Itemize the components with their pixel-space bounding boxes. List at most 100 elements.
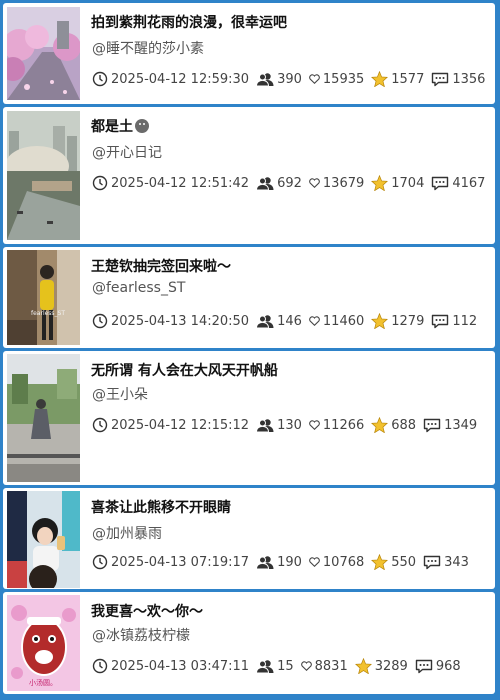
comment-icon[interactable] <box>431 314 449 329</box>
favorite-count: 688 <box>391 417 417 433</box>
users-icon <box>256 176 274 191</box>
post-time: 2025-04-13 14:20:50 <box>111 313 250 329</box>
post-meta: 2025-04-12 12:15:12 130 11266 688 1349 <box>92 417 484 433</box>
flower-street-icon <box>7 7 80 100</box>
comment-icon[interactable] <box>431 176 449 191</box>
post-title[interactable]: 无所谓 有人会在大风天开帆船 <box>91 360 278 380</box>
star-icon[interactable] <box>371 417 389 433</box>
favorite-count: 3289 <box>374 658 408 674</box>
post-author[interactable]: @fearless_ST <box>92 280 185 296</box>
like-count: 13679 <box>322 175 365 191</box>
like-count: 8831 <box>314 658 348 674</box>
post-time: 2025-04-12 12:59:30 <box>111 71 250 87</box>
thumb-watermark: fearless_ST <box>31 310 65 317</box>
comment-icon[interactable] <box>423 418 441 433</box>
participant-count: 146 <box>277 313 302 329</box>
favorite-count: 1704 <box>391 175 425 191</box>
comment-icon[interactable] <box>415 659 433 674</box>
star-icon[interactable] <box>371 313 389 329</box>
participant-count: 15 <box>277 658 294 674</box>
windy-park-icon <box>7 354 80 482</box>
comment-count: 4167 <box>452 175 486 191</box>
post-title[interactable]: 我更喜～欢～你～ <box>91 601 203 621</box>
like-count: 10768 <box>322 554 365 570</box>
post-time: 2025-04-12 12:51:42 <box>111 175 250 191</box>
post-time: 2025-04-13 07:19:17 <box>111 554 250 570</box>
favorite-count: 1279 <box>391 313 425 329</box>
post-title[interactable]: 都是土 <box>91 116 149 136</box>
comment-count: 968 <box>435 658 461 674</box>
post-title[interactable]: 拍到紫荆花雨的浪漫，很幸运吧 <box>91 12 287 32</box>
post-time: 2025-04-12 12:15:12 <box>111 417 250 433</box>
dust-city-icon <box>7 111 80 240</box>
favorite-count: 1577 <box>391 71 425 87</box>
heart-icon[interactable] <box>309 557 320 567</box>
participant-count: 130 <box>277 417 302 433</box>
post-title-text: 都是土 <box>91 119 133 135</box>
clock-icon <box>92 417 108 433</box>
heart-icon[interactable] <box>309 178 320 188</box>
post-thumbnail[interactable]: 小汤圆。 <box>7 595 80 691</box>
post-meta: 2025-04-12 12:59:30 390 15935 1577 1356 <box>92 71 492 87</box>
participant-count: 692 <box>277 175 302 191</box>
post-author[interactable]: @冰镇荔枝柠檬 <box>92 625 190 645</box>
post-author[interactable]: @开心日记 <box>92 142 162 162</box>
users-icon <box>256 659 274 674</box>
annoyed-face-icon <box>135 119 149 133</box>
star-icon[interactable] <box>354 658 372 674</box>
post-card[interactable]: 小汤圆。 我更喜～欢～你～ @冰镇荔枝柠檬 2025-04-13 03:47:1… <box>3 592 495 694</box>
cartoon-sticker-icon: 小汤圆。 <box>7 595 80 691</box>
participant-count: 390 <box>277 71 302 87</box>
post-card[interactable]: 都是土 @开心日记 2025-04-12 12:51:42 692 13679 … <box>3 107 495 244</box>
comment-count: 1356 <box>452 71 486 87</box>
clock-icon <box>92 71 108 87</box>
users-icon <box>256 418 274 433</box>
like-count: 11460 <box>322 313 365 329</box>
users-icon <box>256 555 274 570</box>
like-count: 11266 <box>322 417 365 433</box>
post-author[interactable]: @加州暴雨 <box>92 523 162 543</box>
post-card[interactable]: 喜茶让此熊移不开眼睛 @加州暴雨 2025-04-13 07:19:17 190… <box>3 488 495 589</box>
post-thumbnail[interactable] <box>7 354 80 482</box>
heart-icon[interactable] <box>309 420 320 430</box>
post-card[interactable]: fearless_ST 王楚钦抽完签回来啦～ @fearless_ST 2025… <box>3 247 495 348</box>
like-count: 15935 <box>322 71 365 87</box>
person-drink-icon <box>7 491 80 588</box>
heart-icon[interactable] <box>300 661 312 671</box>
post-thumbnail[interactable] <box>7 111 80 240</box>
post-title[interactable]: 喜茶让此熊移不开眼睛 <box>91 497 231 517</box>
comment-count: 343 <box>444 554 469 570</box>
participant-count: 190 <box>277 554 302 570</box>
star-icon[interactable] <box>371 554 389 570</box>
post-card[interactable]: 拍到紫荆花雨的浪漫，很幸运吧 @睡不醒的莎小素 2025-04-12 12:59… <box>3 3 495 104</box>
comment-icon[interactable] <box>431 72 449 87</box>
users-icon <box>256 72 274 87</box>
post-card[interactable]: 无所谓 有人会在大风天开帆船 @王小朵 2025-04-12 12:15:12 … <box>3 351 495 485</box>
post-meta: 2025-04-13 14:20:50 146 11460 1279 112 <box>92 313 484 329</box>
post-meta: 2025-04-13 03:47:11 15 8831 3289 968 <box>92 658 468 674</box>
post-meta: 2025-04-12 12:51:42 692 13679 1704 4167 <box>92 175 492 191</box>
clock-icon <box>92 554 108 570</box>
post-title[interactable]: 王楚钦抽完签回来啦～ <box>91 256 231 276</box>
comment-count: 1349 <box>444 417 478 433</box>
favorite-count: 550 <box>391 554 417 570</box>
post-thumbnail[interactable] <box>7 7 80 100</box>
thumb-watermark: 小汤圆。 <box>29 678 57 687</box>
comment-icon[interactable] <box>423 555 441 570</box>
post-time: 2025-04-13 03:47:11 <box>111 658 250 674</box>
post-thumbnail[interactable] <box>7 491 80 588</box>
heart-icon[interactable] <box>309 74 320 84</box>
post-thumbnail[interactable]: fearless_ST <box>7 250 80 345</box>
post-author[interactable]: @王小朵 <box>92 384 148 404</box>
clock-icon <box>92 175 108 191</box>
users-icon <box>256 314 274 329</box>
clock-icon <box>92 313 108 329</box>
post-list: 拍到紫荆花雨的浪漫，很幸运吧 @睡不醒的莎小素 2025-04-12 12:59… <box>0 0 500 700</box>
star-icon[interactable] <box>371 175 389 191</box>
heart-icon[interactable] <box>309 316 320 326</box>
post-author[interactable]: @睡不醒的莎小素 <box>92 38 204 58</box>
post-meta: 2025-04-13 07:19:17 190 10768 550 343 <box>92 554 476 570</box>
clock-icon <box>92 658 108 674</box>
star-icon[interactable] <box>371 71 389 87</box>
athlete-icon: fearless_ST <box>7 250 80 345</box>
